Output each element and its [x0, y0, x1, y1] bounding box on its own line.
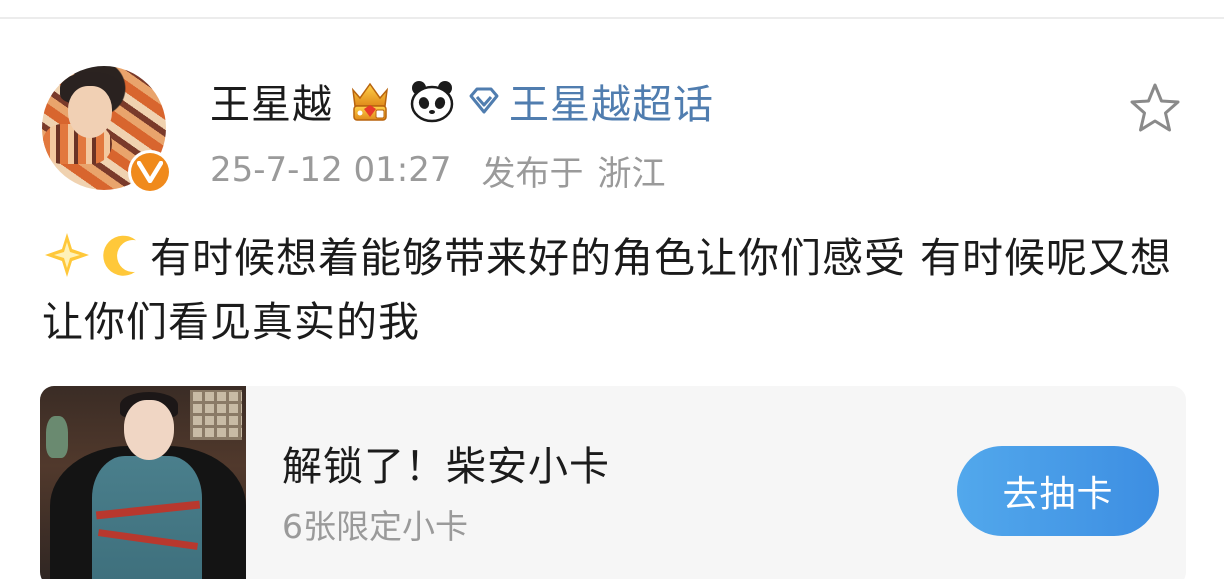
verified-v-glyph	[137, 161, 163, 183]
location: 浙江	[597, 153, 666, 194]
star-outline-icon[interactable]	[1126, 80, 1184, 138]
post-meta: 25-7-12 01:27 发布于 浙江	[210, 145, 666, 195]
sparkle-star-icon	[45, 233, 89, 277]
card-subtitle: 6张限定小卡	[282, 507, 468, 546]
card-thumbnail	[40, 386, 246, 579]
card-title: 解锁了！柴安小卡	[282, 444, 610, 490]
post-body-text: 有时候想着能够带来好的角色让你们感受 有时候呢又想让你们看见真实的我	[42, 234, 1173, 346]
post-content: 有时候想着能够带来好的角色让你们感受 有时候呢又想让你们看见真实的我	[42, 226, 1192, 354]
thumb-window	[190, 390, 242, 440]
location-prefix: 发布于	[481, 153, 584, 194]
divider	[0, 17, 1224, 19]
unlock-card[interactable]: 解锁了！柴安小卡 6张限定小卡 去抽卡	[40, 386, 1186, 579]
super-topic-label: 王星越超话	[509, 82, 714, 128]
avatar-face	[68, 86, 112, 138]
thumb-head	[124, 400, 174, 460]
thumb-vase	[46, 416, 68, 458]
verified-badge-inner	[131, 153, 169, 191]
name-row: 王星越 王星越超话	[210, 72, 714, 130]
diamond-icon	[469, 87, 499, 114]
panda-icon[interactable]	[407, 76, 457, 126]
super-topic-link[interactable]: 王星越超话	[467, 72, 714, 130]
verified-v-icon	[128, 150, 172, 194]
timestamp: 25-7-12 01:27	[210, 150, 452, 190]
weibo-post: 王星越 王星越超话 25-7-12 01:27 发布于 浙江 有时候想着能够带来…	[0, 0, 1224, 579]
username[interactable]: 王星越	[210, 72, 333, 130]
crown-badge-icon[interactable]	[345, 76, 395, 126]
crescent-moon-icon	[103, 235, 136, 276]
draw-card-button[interactable]: 去抽卡	[957, 446, 1159, 536]
